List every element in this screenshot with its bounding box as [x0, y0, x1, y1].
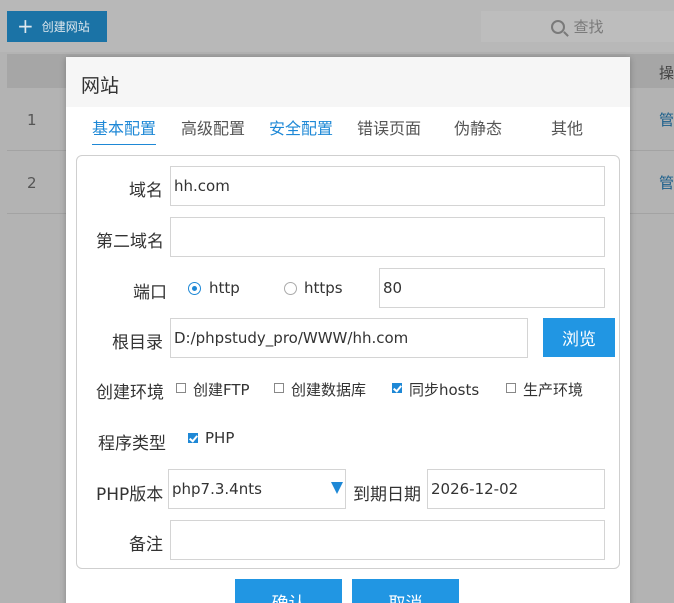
port-label: 端口 — [133, 283, 167, 303]
search-icon — [551, 19, 566, 34]
second-domain-label: 第二域名 — [96, 232, 164, 252]
note-label: 备注 — [129, 535, 163, 555]
php-checkbox[interactable] — [188, 433, 198, 443]
php-version-value: php7.3.4nts — [172, 480, 262, 498]
port-input[interactable]: 80 — [379, 268, 605, 308]
sync-hosts-label: 同步hosts — [409, 381, 480, 399]
browse-button[interactable]: 浏览 — [543, 318, 615, 357]
create-site-label: 创建网站 — [41, 20, 90, 34]
production-env-checkbox[interactable] — [506, 383, 516, 393]
http-radio[interactable] — [188, 282, 201, 295]
second-domain-input[interactable] — [170, 217, 605, 257]
php-checkbox-label: PHP — [205, 429, 235, 447]
http-radio-label: http — [209, 279, 240, 297]
row-index: 2 — [27, 174, 37, 192]
sync-hosts-checkbox[interactable] — [392, 383, 402, 393]
production-env-label: 生产环境 — [523, 381, 584, 399]
row-manage-link[interactable]: 管 — [659, 109, 674, 130]
expiry-date-label: 到期日期 — [353, 485, 421, 505]
search-label: 查找 — [573, 18, 604, 36]
plus-icon: + — [17, 13, 34, 38]
dialog-title: 网站 — [66, 57, 630, 107]
row-manage-link[interactable]: 管 — [659, 172, 674, 193]
cancel-button[interactable]: 取消 — [352, 579, 459, 603]
row-index: 1 — [27, 111, 37, 129]
column-header-ops: 操 — [658, 64, 674, 82]
php-version-label: PHP版本 — [96, 485, 164, 505]
create-site-button[interactable]: + 创建网站 — [7, 11, 107, 42]
create-ftp-label: 创建FTP — [193, 381, 250, 399]
create-env-label: 创建环境 — [96, 383, 164, 403]
root-dir-input[interactable]: D:/phpstudy_pro/WWW/hh.com — [170, 318, 528, 358]
tab-advanced-config[interactable]: 高级配置 — [181, 115, 245, 139]
search-button[interactable]: 查找 — [481, 11, 674, 42]
domain-label: 域名 — [129, 181, 163, 201]
https-radio[interactable] — [284, 282, 297, 295]
tab-other[interactable]: 其他 — [551, 115, 583, 139]
create-ftp-checkbox[interactable] — [176, 383, 186, 393]
create-db-label: 创建数据库 — [291, 381, 367, 399]
create-db-checkbox[interactable] — [274, 383, 284, 393]
site-dialog: 网站 基本配置 高级配置 安全配置 错误页面 伪静态 其他 域名 hh.com … — [66, 57, 630, 603]
dropdown-arrow-icon — [331, 482, 343, 494]
domain-input[interactable]: hh.com — [170, 166, 605, 206]
tab-basic-config[interactable]: 基本配置 — [92, 115, 157, 145]
basic-config-form: 域名 hh.com 第二域名 端口 http https 80 根目录 D:/p… — [76, 155, 620, 569]
root-dir-label: 根目录 — [112, 333, 163, 353]
dialog-tabs: 基本配置 高级配置 安全配置 错误页面 伪静态 其他 — [66, 115, 630, 145]
php-version-select[interactable]: php7.3.4nts — [168, 469, 346, 509]
tab-error-pages[interactable]: 错误页面 — [357, 115, 421, 139]
confirm-button[interactable]: 确认 — [235, 579, 342, 603]
tab-rewrite[interactable]: 伪静态 — [454, 115, 502, 139]
expiry-date-input[interactable]: 2026-12-02 — [427, 469, 605, 509]
note-input[interactable] — [170, 520, 605, 560]
https-radio-label: https — [304, 279, 343, 297]
program-type-label: 程序类型 — [98, 434, 166, 454]
tab-security-config[interactable]: 安全配置 — [269, 115, 333, 139]
